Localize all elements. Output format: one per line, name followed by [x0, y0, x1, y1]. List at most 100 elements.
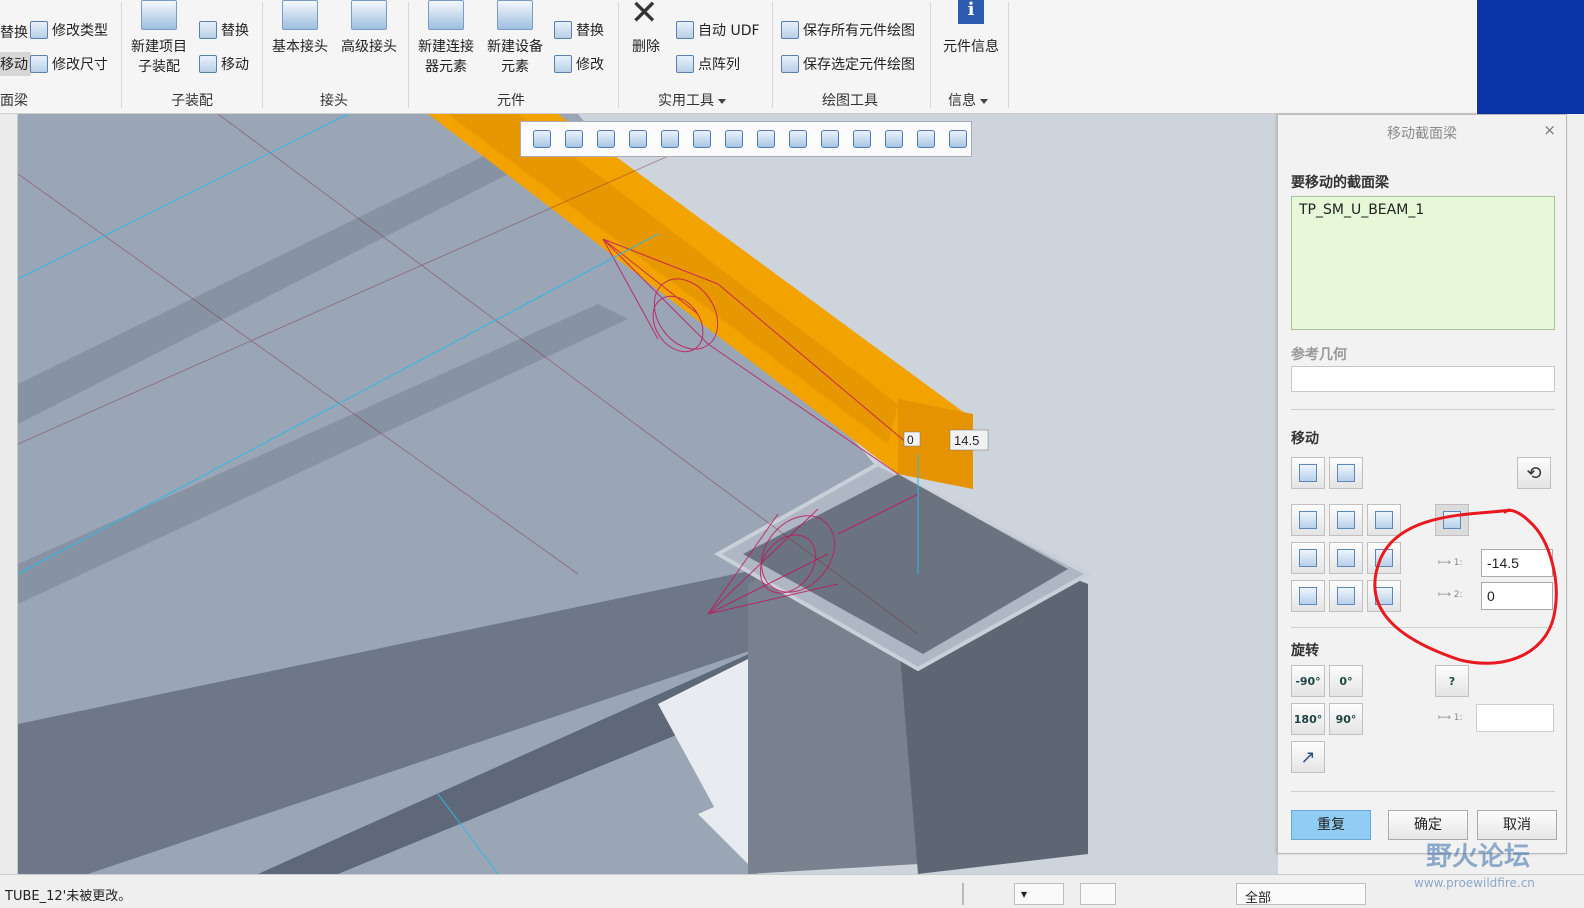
view-orient-icon — [693, 130, 711, 148]
status-message: TUBE_12'未被更改。 — [5, 889, 132, 904]
flip-arrow-icon: ⟲ — [1526, 462, 1542, 484]
save-selected-drawings-button[interactable]: 保存选定元件绘图 — [781, 54, 915, 74]
rotate-180-button[interactable]: 180° — [1291, 703, 1325, 735]
beam-to-move-label: 要移动的截面梁 — [1291, 175, 1389, 191]
datum-display-icon — [821, 130, 839, 148]
move-section-label: 移动 — [1291, 431, 1319, 447]
annotation-icon — [853, 130, 871, 148]
model-tree-collapsed-strip[interactable] — [0, 114, 18, 874]
rotate-90-button[interactable]: 90° — [1329, 703, 1363, 735]
group-separator — [262, 2, 263, 108]
align-bottom-center-button[interactable] — [1329, 580, 1363, 612]
repaint-button[interactable] — [625, 126, 651, 152]
view-toolbar — [520, 121, 972, 157]
filter-icon: ▾ — [1021, 887, 1028, 901]
zoom-out-button[interactable] — [593, 126, 619, 152]
status-divider — [962, 883, 964, 905]
group-label-drawing: 绘图工具 — [822, 93, 878, 109]
align-top-center-button[interactable] — [1329, 504, 1363, 536]
info-menu[interactable]: 信息 — [948, 90, 988, 110]
subasm-replace-button[interactable]: 替换 — [199, 20, 249, 40]
new-connector-element-button[interactable]: 新建连接 器元素 — [413, 0, 479, 80]
datum-display-button[interactable] — [817, 126, 843, 152]
dimension-tag-right[interactable]: 14.5 — [954, 433, 979, 448]
delete-button[interactable]: ✕ 删除 — [624, 0, 668, 80]
element-modify-button[interactable]: 修改 — [554, 54, 604, 74]
group-separator — [772, 2, 773, 108]
new-item-subassembly-button[interactable]: 新建项目 子装配 — [128, 0, 190, 80]
save-all-drawings-button[interactable]: 保存所有元件绘图 — [781, 20, 915, 40]
new-device-element-button[interactable]: 新建设备 元素 — [482, 0, 548, 80]
close-icon[interactable]: × — [1543, 121, 1556, 139]
align-icon — [1337, 587, 1355, 605]
csys-icon — [949, 130, 967, 148]
graphics-viewport[interactable]: 0 14.5 — [18, 114, 1278, 874]
flip-direction-button[interactable]: ⟲ — [1517, 457, 1551, 489]
annotation-button[interactable] — [849, 126, 875, 152]
point-array-button[interactable]: 点阵列 — [676, 54, 740, 74]
replace-fragment[interactable]: 替换 — [0, 22, 28, 42]
align-top-left-button[interactable] — [1291, 504, 1325, 536]
zoom-fit-button[interactable] — [529, 126, 555, 152]
align-icon — [1337, 511, 1355, 529]
align-icon — [1299, 587, 1317, 605]
modify-type-button[interactable]: 修改类型 — [30, 20, 108, 40]
zoom-out-icon — [597, 130, 615, 148]
move-icon — [199, 55, 217, 73]
auto-udf-button[interactable]: 自动 UDF — [676, 20, 760, 40]
rotate-section-label: 旋转 — [1291, 643, 1319, 659]
rotate-angle-input[interactable] — [1476, 704, 1554, 732]
align-bottom-left-button[interactable] — [1291, 580, 1325, 612]
align-middle-center-button[interactable] — [1329, 542, 1363, 574]
point-display-button[interactable] — [913, 126, 939, 152]
group-separator — [121, 2, 122, 108]
selection-filter-dropdown[interactable]: 全部 — [1236, 883, 1366, 906]
display-style-button[interactable] — [785, 126, 811, 152]
chevron-down-icon — [980, 98, 988, 104]
group-separator — [408, 2, 409, 108]
rotate-minus-90-button[interactable]: -90° — [1291, 665, 1325, 697]
move-fragment[interactable]: 移动 — [0, 52, 31, 76]
dimension-arrow-icon: ⟼ — [1438, 713, 1451, 723]
element-replace-button[interactable]: 替换 — [554, 20, 604, 40]
model-graphics: 0 14.5 — [18, 114, 1278, 874]
modify-icon — [554, 55, 572, 73]
saved-views-button[interactable] — [721, 126, 747, 152]
group-label-joints: 接头 — [320, 93, 348, 109]
reference-geometry-field[interactable] — [1291, 366, 1555, 392]
element-info-button[interactable]: i 元件信息 — [936, 0, 1006, 80]
modify-size-icon — [30, 55, 48, 73]
mirror-button[interactable]: ↗ — [1291, 741, 1325, 773]
zoom-in-button[interactable] — [561, 126, 587, 152]
selection-filter-icon-button[interactable]: ▾ — [1014, 883, 1064, 905]
utilities-menu[interactable]: 实用工具 — [658, 90, 726, 110]
spin-center-button[interactable] — [881, 126, 907, 152]
device-element-icon — [497, 0, 533, 30]
move-free-icon — [1299, 464, 1317, 482]
display-button[interactable] — [1080, 883, 1116, 905]
red-annotation-circle — [1373, 508, 1558, 665]
move-copy-button[interactable] — [1329, 457, 1363, 489]
subasm-move-button[interactable]: 移动 — [199, 54, 249, 74]
camera-button[interactable] — [753, 126, 779, 152]
align-icon — [1299, 511, 1317, 529]
basic-joint-button[interactable]: 基本接头 — [268, 0, 332, 80]
align-middle-left-button[interactable] — [1291, 542, 1325, 574]
view-orient-button[interactable] — [689, 126, 715, 152]
rotate-0-button[interactable]: 0° — [1329, 665, 1363, 697]
csys-button[interactable] — [945, 126, 971, 152]
spin-button[interactable] — [657, 126, 683, 152]
repeat-button[interactable]: 重复 — [1291, 810, 1371, 840]
new-subassembly-icon — [141, 0, 177, 30]
move-copy-icon — [1337, 464, 1355, 482]
dimension-tag-left[interactable]: 0 — [907, 433, 914, 447]
move-free-button[interactable] — [1291, 457, 1325, 489]
group-label-subassembly: 子装配 — [171, 93, 213, 109]
advanced-joint-button[interactable]: 高级接头 — [337, 0, 401, 80]
divider — [1291, 409, 1555, 410]
display-style-icon — [789, 130, 807, 148]
beam-selection-box[interactable]: TP_SM_U_BEAM_1 — [1291, 196, 1555, 330]
delete-x-icon: ✕ — [630, 0, 659, 33]
reference-geometry-label: 参考几何 — [1291, 347, 1347, 363]
modify-size-button[interactable]: 修改尺寸 — [30, 54, 108, 74]
